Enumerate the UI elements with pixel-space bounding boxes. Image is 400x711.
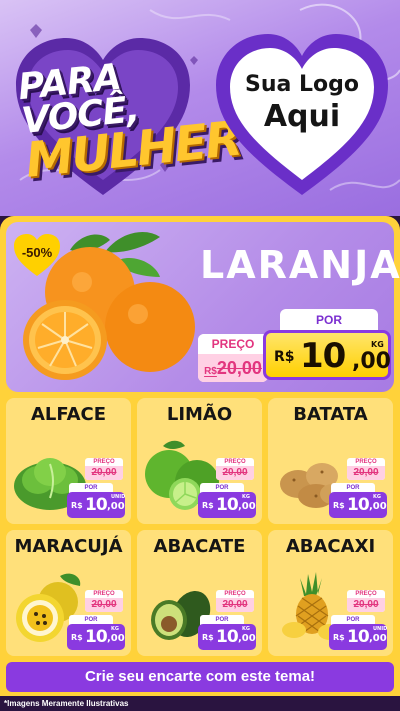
price-box: R$ 10 ,00 KG xyxy=(198,492,256,518)
price-decimal: ,00 xyxy=(107,501,125,512)
product-name: ALFACE xyxy=(30,404,107,425)
logo-placeholder: Sua Logo Aqui xyxy=(212,72,392,134)
price-unit: KG xyxy=(242,626,250,632)
old-price-box: PREÇO 20,00 xyxy=(347,458,385,480)
product-card-maracuja: MARACUJÁ PREÇO 20,00 POR R$ 10 ,00 KG xyxy=(6,530,131,656)
product-name: LIMÃO xyxy=(166,404,233,425)
old-price-box: PREÇO 20,00 xyxy=(85,458,123,480)
price-integer: 10 xyxy=(216,627,239,647)
old-price-value: 20,00 xyxy=(216,358,262,378)
price-box: R$ 10 ,00 UNID xyxy=(329,624,387,650)
product-card-alface: ALFACE PREÇO 20,00 POR R$ 10 ,00 UNID xyxy=(6,398,131,524)
preco-label: PREÇO xyxy=(224,591,246,597)
price-integer: 10 xyxy=(347,495,370,515)
product-card-abacaxi: ABACAXI PREÇO 20,00 POR R$ 10 ,00 UNID xyxy=(268,530,393,656)
price-box: R$ 10 ,00 UNID xyxy=(67,492,125,518)
preco-label: PREÇO xyxy=(93,459,115,465)
product-name: MARACUJÁ xyxy=(14,536,123,557)
logo-line2: Aqui xyxy=(263,99,341,134)
footnote: *Imagens Meramente Ilustrativas xyxy=(0,696,400,711)
price-unit: KG xyxy=(371,340,384,349)
old-price: 20,00 xyxy=(347,466,385,480)
price-unit: KG xyxy=(111,626,119,632)
price-decimal: ,00 xyxy=(369,501,387,512)
old-price-box: PREÇO 20,00 xyxy=(85,590,123,612)
product-card-batata: BATATA PREÇO 20,00 POR R$ 10 ,00 KG xyxy=(268,398,393,524)
price-currency: R$ xyxy=(202,501,214,510)
price-integer: 10 xyxy=(300,336,346,376)
preco-label: PREÇO xyxy=(224,459,246,465)
old-price-box: PREÇO 20,00 xyxy=(216,458,254,480)
featured-old-price: R$20,00 xyxy=(198,354,268,382)
price-decimal: ,00 xyxy=(238,501,256,512)
header-banner: PARA VOCÊ, MULHER Sua Logo Aqui xyxy=(0,0,400,216)
price-integer: 10 xyxy=(347,627,370,647)
old-price: 20,00 xyxy=(216,466,254,480)
price-integer: 10 xyxy=(85,495,108,515)
old-price: 20,00 xyxy=(85,466,123,480)
old-price: 20,00 xyxy=(216,598,254,612)
preco-label: PREÇO xyxy=(93,591,115,597)
price-decimal: ,00 xyxy=(107,633,125,644)
price-unit: KG xyxy=(373,494,381,500)
price-currency: R$ xyxy=(333,501,345,510)
price-decimal: ,00 xyxy=(352,349,391,374)
price-box: R$ 10 ,00 KG xyxy=(329,492,387,518)
product-name: ABACATE xyxy=(153,536,246,557)
price-currency: R$ xyxy=(202,633,214,642)
price-currency: R$ xyxy=(333,633,345,642)
price-decimal: ,00 xyxy=(369,633,387,644)
price-currency: R$ xyxy=(71,633,83,642)
cta-banner[interactable]: Crie seu encarte com este tema! xyxy=(6,662,394,692)
product-name: ABACAXI xyxy=(285,536,376,557)
logo-line1: Sua Logo xyxy=(244,72,359,97)
flyer: PARA VOCÊ, MULHER Sua Logo Aqui -50% LAR… xyxy=(0,0,400,711)
preco-label: PREÇO xyxy=(355,459,377,465)
price-unit: UNID xyxy=(111,494,126,500)
product-card-limao: LIMÃO PREÇO 20,00 POR R$ 10 ,00 KG xyxy=(137,398,262,524)
headline: PARA VOCÊ, MULHER xyxy=(16,53,243,189)
featured-product-name: LARANJA xyxy=(200,243,400,287)
price-integer: 10 xyxy=(85,627,108,647)
featured-old-price-box: PREÇO R$20,00 xyxy=(198,334,268,382)
old-price-box: PREÇO 20,00 xyxy=(347,590,385,612)
price-decimal: ,00 xyxy=(238,633,256,644)
product-name: BATATA xyxy=(293,404,368,425)
featured-preco-label: PREÇO xyxy=(198,334,268,354)
price-box: R$ 10 ,00 KG xyxy=(67,624,125,650)
price-unit: UNID xyxy=(373,626,388,632)
price-unit: KG xyxy=(242,494,250,500)
product-card-abacate: ABACATE PREÇO 20,00 POR R$ 10 ,00 KG xyxy=(137,530,262,656)
price-integer: 10 xyxy=(216,495,239,515)
featured-price-box: R$ 10 ,00 KG xyxy=(263,330,391,380)
old-price-box: PREÇO 20,00 xyxy=(216,590,254,612)
price-box: R$ 10 ,00 KG xyxy=(198,624,256,650)
price-currency: R$ xyxy=(71,501,83,510)
price-currency: R$ xyxy=(274,349,295,365)
old-price: 20,00 xyxy=(347,598,385,612)
old-price: 20,00 xyxy=(85,598,123,612)
discount-badge: -50% xyxy=(21,245,53,260)
preco-label: PREÇO xyxy=(355,591,377,597)
old-currency: R$ xyxy=(204,366,217,377)
